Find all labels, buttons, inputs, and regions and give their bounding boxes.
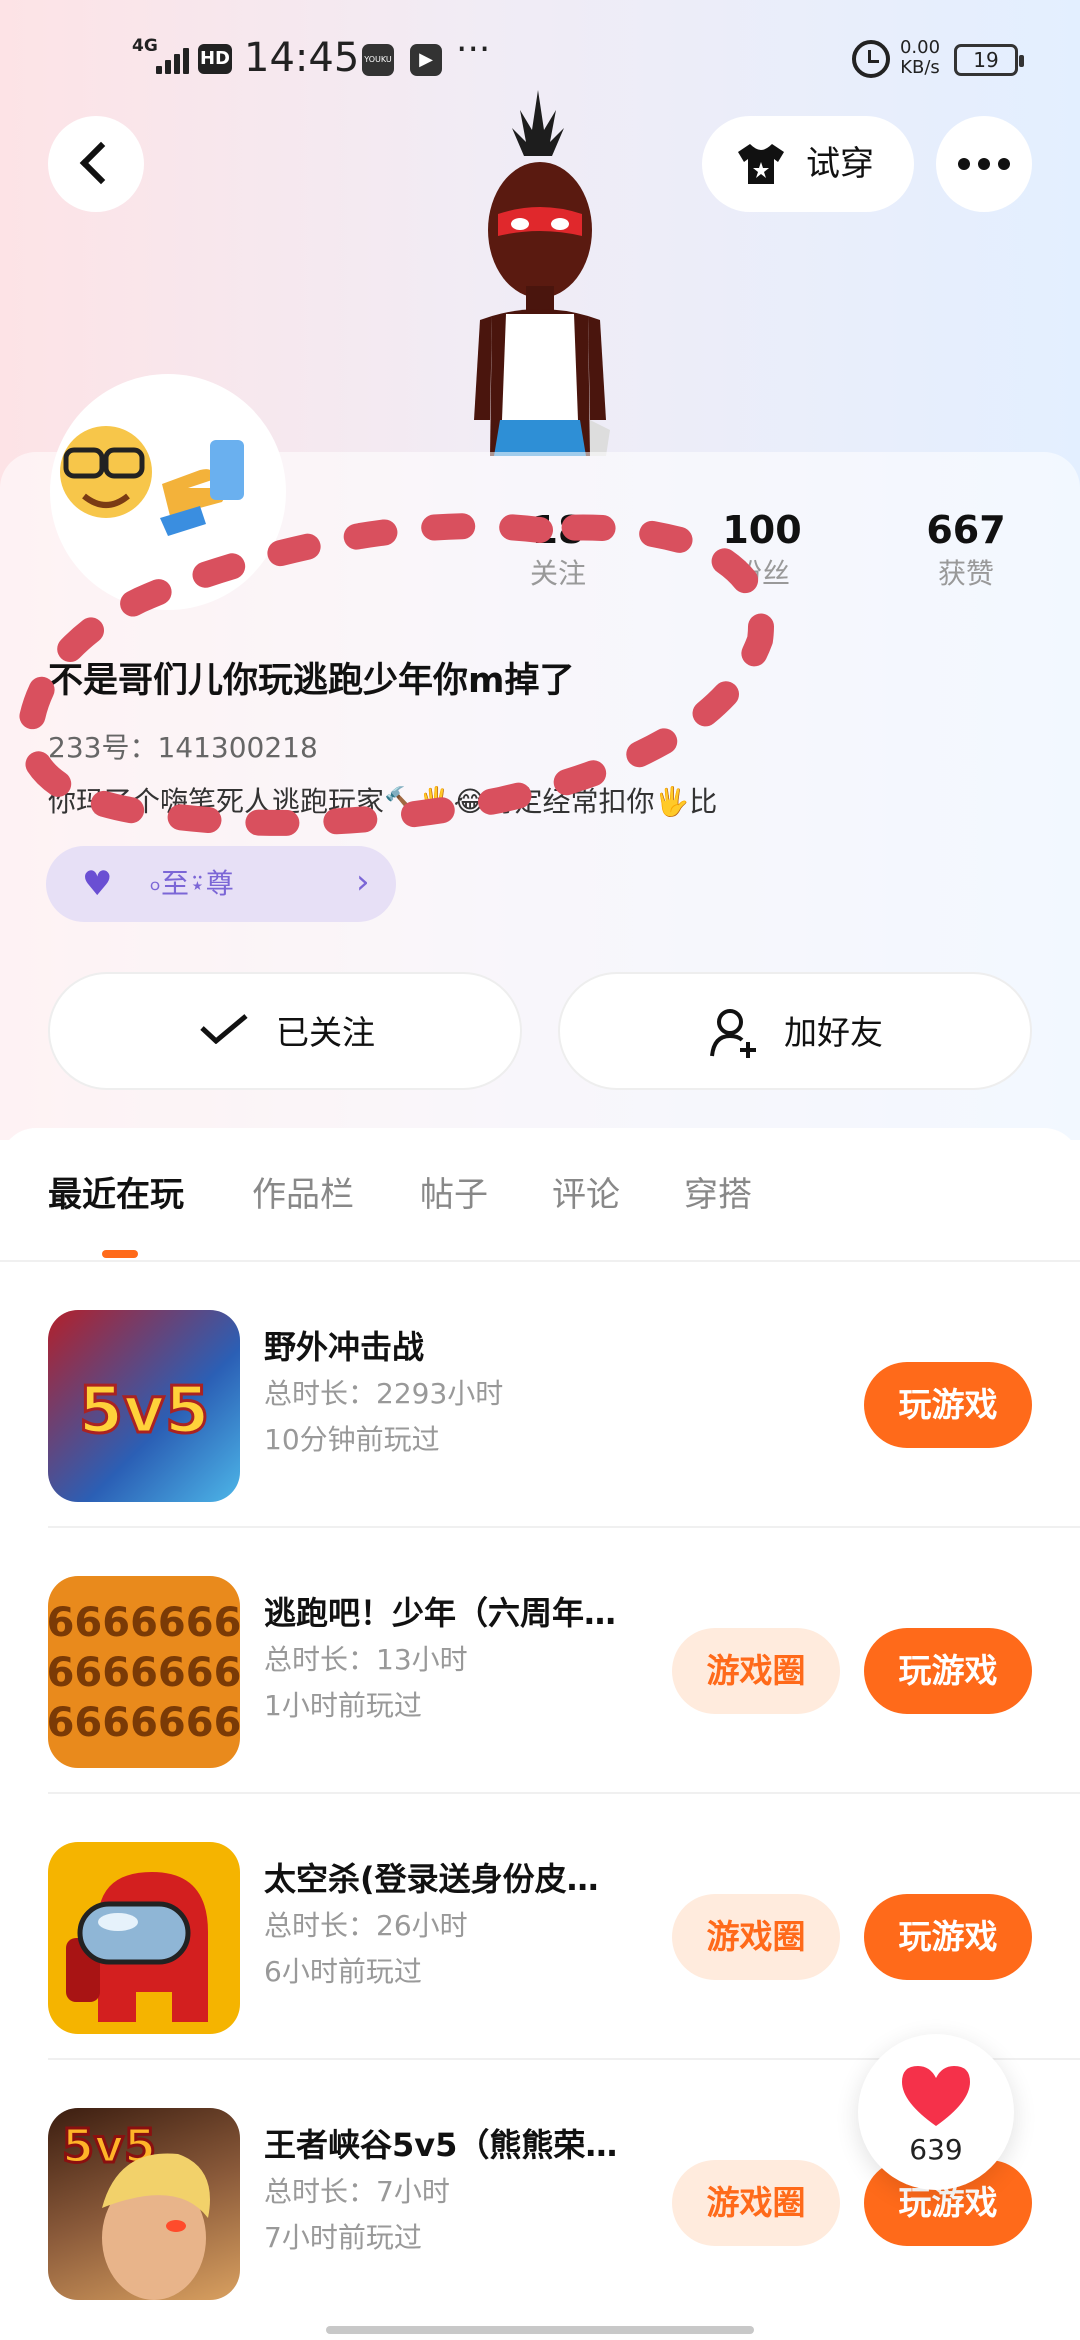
game-icon xyxy=(48,1842,240,2034)
tab-posts[interactable]: 帖子 xyxy=(420,1170,488,1220)
play-game-button[interactable]: 玩游戏 xyxy=(864,1628,1032,1714)
likes-stat[interactable]: 667 获赞 xyxy=(886,506,1046,594)
tab-outfits[interactable]: 穿搭 xyxy=(684,1170,752,1220)
game-row[interactable]: 6666666 6666666 6666666 逃跑吧！少年（六周年… 总时长：… xyxy=(48,1528,1080,1794)
game-duration: 总时长：7小时 xyxy=(264,2175,450,2208)
game-name: 逃跑吧！少年（六周年… xyxy=(264,1594,617,1632)
alarm-icon xyxy=(852,40,890,78)
try-on-label: 试穿 xyxy=(806,144,874,184)
svg-text:6666666: 6666666 xyxy=(48,1600,240,1646)
play-game-button[interactable]: 玩游戏 xyxy=(864,1362,1032,1448)
play-game-button[interactable]: 玩游戏 xyxy=(864,1894,1032,1980)
clock: 14:45 xyxy=(244,35,360,81)
followed-button[interactable]: 已关注 xyxy=(48,972,522,1090)
signal-icon xyxy=(156,42,190,74)
game-duration: 总时长：26小时 xyxy=(264,1909,468,1942)
game-icon: 6666666 6666666 6666666 xyxy=(48,1576,240,1768)
video-play-icon: ▶ xyxy=(410,44,442,76)
like-count: 639 xyxy=(909,2133,963,2166)
youku-icon: YOUKU xyxy=(362,44,394,76)
red-scribble-annotation xyxy=(16,513,774,836)
game-icon: 5v5 xyxy=(48,2108,240,2300)
game-circle-button[interactable]: 游戏圈 xyxy=(672,1894,840,1980)
hd-icon: HD xyxy=(198,44,232,74)
svg-text:6666666: 6666666 xyxy=(48,1700,240,1746)
game-duration: 总时长：13小时 xyxy=(264,1643,468,1676)
tab-comments[interactable]: 评论 xyxy=(552,1170,620,1220)
like-button[interactable]: 639 xyxy=(858,2034,1014,2190)
more-options-button[interactable] xyxy=(936,116,1032,212)
tshirt-icon xyxy=(738,144,784,184)
game-icon-text: 5v5 xyxy=(79,1374,210,1448)
game-name: 野外冲击战 xyxy=(264,1328,425,1366)
heart-icon xyxy=(902,2066,970,2126)
game-icon: 5v5 xyxy=(48,1310,240,1502)
network-type: 4G xyxy=(132,36,158,56)
more-notifications-icon: ··· xyxy=(456,29,491,70)
game-name: 王者峡谷5v5（熊熊荣… xyxy=(264,2126,618,2164)
add-user-icon xyxy=(710,1009,756,1058)
check-icon xyxy=(200,1014,248,1044)
game-name: 太空杀(登录送身份皮… xyxy=(264,1860,599,1898)
network-speed: 0.00 KB/s xyxy=(899,37,941,78)
game-row[interactable]: 5v5 野外冲击战 总时长：2293小时 10分钟前玩过 玩游戏 xyxy=(48,1262,1080,1528)
tab-works[interactable]: 作品栏 xyxy=(252,1170,354,1220)
crewmate-icon xyxy=(66,1872,208,2022)
tab-recently-played[interactable]: 最近在玩 xyxy=(48,1170,184,1220)
avatar-3d-figure[interactable] xyxy=(440,90,640,456)
try-on-button[interactable]: 试穿 xyxy=(702,116,914,212)
game-duration: 总时长：2293小时 xyxy=(264,1377,504,1410)
game-circle-button[interactable]: 游戏圈 xyxy=(672,2160,840,2246)
active-tab-indicator xyxy=(102,1250,138,1258)
chevron-left-icon xyxy=(79,141,123,185)
home-indicator[interactable] xyxy=(326,2326,754,2334)
game-last-played: 10分钟前玩过 xyxy=(264,1423,440,1456)
game-circle-button[interactable]: 游戏圈 xyxy=(672,1628,840,1714)
battery-icon: 19 xyxy=(954,44,1024,76)
game-last-played: 6小时前玩过 xyxy=(264,1955,422,1988)
svg-text:6666666: 6666666 xyxy=(48,1650,240,1696)
add-friend-button[interactable]: 加好友 xyxy=(558,972,1032,1090)
game-last-played: 7小时前玩过 xyxy=(264,2221,422,2254)
game-row[interactable]: 太空杀(登录送身份皮… 总时长：26小时 6小时前玩过 游戏圈 玩游戏 xyxy=(48,1794,1080,2060)
more-dots-icon xyxy=(958,158,1010,170)
back-button[interactable] xyxy=(48,116,144,212)
game-last-played: 1小时前玩过 xyxy=(264,1689,422,1722)
